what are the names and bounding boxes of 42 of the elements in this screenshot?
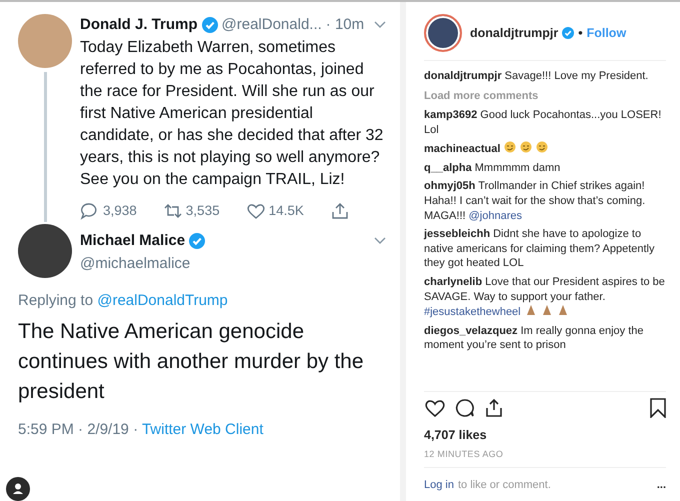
replying-label: Replying to <box>18 292 94 309</box>
login-link[interactable]: Log in <box>424 478 454 493</box>
reply-text: The Native American genocide continues with another murder by the president <box>18 318 365 404</box>
tweet-text: Today Elizabeth Warren, sometimes referred to by me as Pocahontas, joined the race for President. Will she run as our first Native American presidential candidate, or has she decided that after 32 years, this is not playing so well anymore? See you on the campaign TRAIL, Liz! <box>80 38 384 190</box>
link[interactable]: @johnares <box>468 210 522 222</box>
user-icon[interactable] <box>6 477 30 501</box>
comment-text: ohmyj05h Trollmander in Chief strikes again! Haha!! I can’t wait for the show that’s coming. MAGA!!! @johnares <box>424 179 646 224</box>
smiley-icon <box>504 141 516 154</box>
username[interactable]: donaldjtrumpjr <box>470 24 558 42</box>
chevron-down-icon[interactable] <box>374 21 386 30</box>
post-time: 12 MINUTES AGO <box>424 448 504 461</box>
comment-text: machineactual <box>424 141 666 157</box>
tweet-time: · 10m <box>326 15 364 35</box>
user-handle[interactable]: @realDonald... <box>222 14 322 36</box>
comment-text: donaldjtrumpjr Savage!!! Love my President. <box>424 69 650 84</box>
smiley-icon <box>520 141 532 154</box>
timestamp: 5:59 PM · 2/9/19 · <box>18 420 138 438</box>
smiley-icon <box>536 141 548 154</box>
separator-dot: • <box>578 24 583 42</box>
action-count: 3,535 <box>186 202 220 220</box>
author-name[interactable]: Donald J. Trump <box>80 14 198 36</box>
avatar-circle[interactable] <box>18 224 72 278</box>
comment-text: charlynelib Love that our President aspires to be SAVAGE. Way to support your father. #jesustakethewheel <box>424 275 666 320</box>
comment-text: q__alpha Mmmmmm damn <box>424 160 562 176</box>
user-handle[interactable]: @michaelmalice <box>80 252 386 275</box>
share-icon[interactable] <box>484 398 504 418</box>
login-prompt: to like or comment. <box>458 478 551 493</box>
action-count: 3,938 <box>103 202 137 220</box>
retweet-icon[interactable] <box>162 202 183 220</box>
link[interactable]: #jesustakethewheel <box>424 306 521 318</box>
likes-count: 4,707 likes <box>424 427 488 444</box>
chevron-down-icon[interactable] <box>374 237 386 246</box>
comment-text: diegos_velazquez Im really gonna enjoy the moment you’re sent to prison <box>424 324 645 353</box>
comment-icon[interactable] <box>454 398 476 418</box>
action-count: 14.5K <box>268 202 304 220</box>
avatar-circle[interactable] <box>424 14 462 52</box>
heart-icon[interactable] <box>424 398 446 418</box>
comment-text: kamp3692 Good luck Pocahontas...you LOSER! Lol <box>424 108 662 138</box>
bookmark-icon[interactable] <box>650 398 666 418</box>
comment-text: jessebleichh Didnt she have to apologize to native americans for claiming them? Appetently they got heated LOL <box>424 227 656 272</box>
author-name[interactable]: Michael Malice <box>80 230 186 252</box>
more-options-icon[interactable]: ... <box>656 478 666 493</box>
